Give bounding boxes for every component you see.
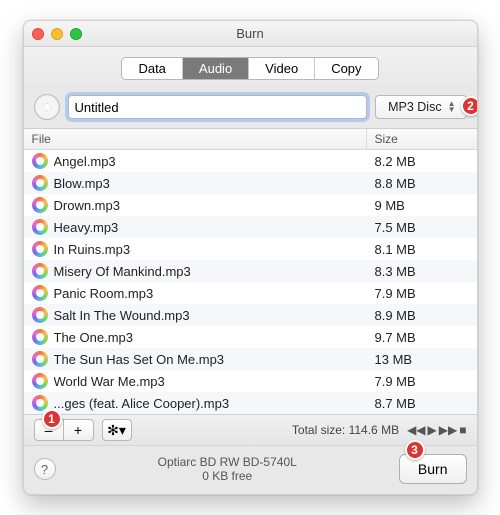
table-row[interactable]: In Ruins.mp38.1 MB bbox=[24, 238, 477, 260]
file-name: Blow.mp3 bbox=[54, 176, 367, 191]
file-size: 9 MB bbox=[367, 198, 477, 213]
file-name: In Ruins.mp3 bbox=[54, 242, 367, 257]
file-size: 7.9 MB bbox=[367, 374, 477, 389]
burn-button[interactable]: Burn bbox=[399, 454, 467, 484]
total-size: Total size: 114.6 MB bbox=[292, 423, 399, 437]
file-name: Panic Room.mp3 bbox=[54, 286, 367, 301]
tab-video[interactable]: Video bbox=[249, 58, 315, 79]
audio-file-icon bbox=[32, 241, 48, 257]
file-name: The One.mp3 bbox=[54, 330, 367, 345]
file-size: 7.9 MB bbox=[367, 286, 477, 301]
app-window: Burn DataAudioVideoCopy MP3 Disc ▲▼ 2 Fi… bbox=[23, 20, 478, 495]
file-size: 8.9 MB bbox=[367, 308, 477, 323]
tab-audio[interactable]: Audio bbox=[183, 58, 249, 79]
drive-free: 0 KB free bbox=[66, 469, 389, 483]
help-button[interactable]: ? bbox=[34, 458, 56, 480]
disc-type-label: MP3 Disc bbox=[388, 100, 441, 114]
audio-file-icon bbox=[32, 373, 48, 389]
table-row[interactable]: ...ges (feat. Alice Cooper).mp38.7 MB bbox=[24, 392, 477, 414]
table-row[interactable]: Drown.mp39 MB bbox=[24, 194, 477, 216]
file-table: File Size Angel.mp38.2 MBBlow.mp38.8 MBD… bbox=[24, 129, 477, 414]
file-name: World War Me.mp3 bbox=[54, 374, 367, 389]
file-name: Misery Of Mankind.mp3 bbox=[54, 264, 367, 279]
table-row[interactable]: Blow.mp38.8 MB bbox=[24, 172, 477, 194]
audio-file-icon bbox=[32, 263, 48, 279]
file-name: Angel.mp3 bbox=[54, 154, 367, 169]
file-size: 8.2 MB bbox=[367, 154, 477, 169]
file-size: 8.3 MB bbox=[367, 264, 477, 279]
file-size: 8.1 MB bbox=[367, 242, 477, 257]
drive-info: Optiarc BD RW BD-5740L 0 KB free bbox=[66, 455, 389, 483]
disc-name-input[interactable] bbox=[68, 95, 368, 119]
audio-file-icon bbox=[32, 395, 48, 411]
audio-file-icon bbox=[32, 197, 48, 213]
audio-file-icon bbox=[32, 153, 48, 169]
file-size: 13 MB bbox=[367, 352, 477, 367]
tab-data[interactable]: Data bbox=[122, 58, 182, 79]
file-name: Drown.mp3 bbox=[54, 198, 367, 213]
bottom-bar: ? Optiarc BD RW BD-5740L 0 KB free Burn … bbox=[24, 445, 477, 494]
tab-copy[interactable]: Copy bbox=[315, 58, 377, 79]
media-controls: ◀◀ ▶ ▶▶ ■ bbox=[407, 423, 466, 437]
table-row[interactable]: World War Me.mp37.9 MB bbox=[24, 370, 477, 392]
remove-button[interactable]: – bbox=[34, 419, 64, 441]
add-button[interactable]: + bbox=[64, 419, 94, 441]
toolbar: – + ✻▾ Total size: 114.6 MB ◀◀ ▶ ▶▶ ■ 1 bbox=[24, 414, 477, 445]
col-file[interactable]: File bbox=[24, 129, 367, 149]
table-row[interactable]: Heavy.mp37.5 MB bbox=[24, 216, 477, 238]
table-row[interactable]: Panic Room.mp37.9 MB bbox=[24, 282, 477, 304]
disc-bar: MP3 Disc ▲▼ 2 bbox=[24, 88, 477, 129]
table-header: File Size bbox=[24, 129, 477, 150]
col-size[interactable]: Size bbox=[367, 129, 477, 149]
audio-file-icon bbox=[32, 329, 48, 345]
table-row[interactable]: Salt In The Wound.mp38.9 MB bbox=[24, 304, 477, 326]
audio-file-icon bbox=[32, 351, 48, 367]
prev-icon[interactable]: ◀◀ bbox=[407, 423, 425, 437]
next-icon[interactable]: ▶▶ bbox=[439, 423, 457, 437]
audio-file-icon bbox=[32, 175, 48, 191]
chevron-updown-icon: ▲▼ bbox=[448, 101, 456, 113]
tab-group: DataAudioVideoCopy bbox=[121, 57, 378, 80]
minimize-icon[interactable] bbox=[51, 28, 63, 40]
disc-type-select[interactable]: MP3 Disc ▲▼ bbox=[375, 95, 466, 119]
file-size: 8.7 MB bbox=[367, 396, 477, 411]
window-controls bbox=[32, 28, 82, 40]
add-remove-group: – + bbox=[34, 419, 94, 441]
table-row[interactable]: Angel.mp38.2 MB bbox=[24, 150, 477, 172]
titlebar: Burn bbox=[24, 21, 477, 47]
file-name: Salt In The Wound.mp3 bbox=[54, 308, 367, 323]
file-name: The Sun Has Set On Me.mp3 bbox=[54, 352, 367, 367]
mode-tabs: DataAudioVideoCopy bbox=[24, 47, 477, 88]
disc-icon bbox=[34, 94, 60, 120]
gear-button[interactable]: ✻▾ bbox=[102, 419, 132, 441]
file-name: ...ges (feat. Alice Cooper).mp3 bbox=[54, 396, 367, 411]
play-icon[interactable]: ▶ bbox=[428, 423, 437, 437]
table-row[interactable]: Misery Of Mankind.mp38.3 MB bbox=[24, 260, 477, 282]
table-row[interactable]: The One.mp39.7 MB bbox=[24, 326, 477, 348]
stop-icon[interactable]: ■ bbox=[459, 423, 466, 437]
audio-file-icon bbox=[32, 307, 48, 323]
file-size: 7.5 MB bbox=[367, 220, 477, 235]
close-icon[interactable] bbox=[32, 28, 44, 40]
audio-file-icon bbox=[32, 285, 48, 301]
zoom-icon[interactable] bbox=[70, 28, 82, 40]
table-row[interactable]: The Sun Has Set On Me.mp313 MB bbox=[24, 348, 477, 370]
file-name: Heavy.mp3 bbox=[54, 220, 367, 235]
file-size: 9.7 MB bbox=[367, 330, 477, 345]
drive-name: Optiarc BD RW BD-5740L bbox=[66, 455, 389, 469]
table-body: Angel.mp38.2 MBBlow.mp38.8 MBDrown.mp39 … bbox=[24, 150, 477, 414]
file-size: 8.8 MB bbox=[367, 176, 477, 191]
audio-file-icon bbox=[32, 219, 48, 235]
window-title: Burn bbox=[24, 26, 477, 41]
